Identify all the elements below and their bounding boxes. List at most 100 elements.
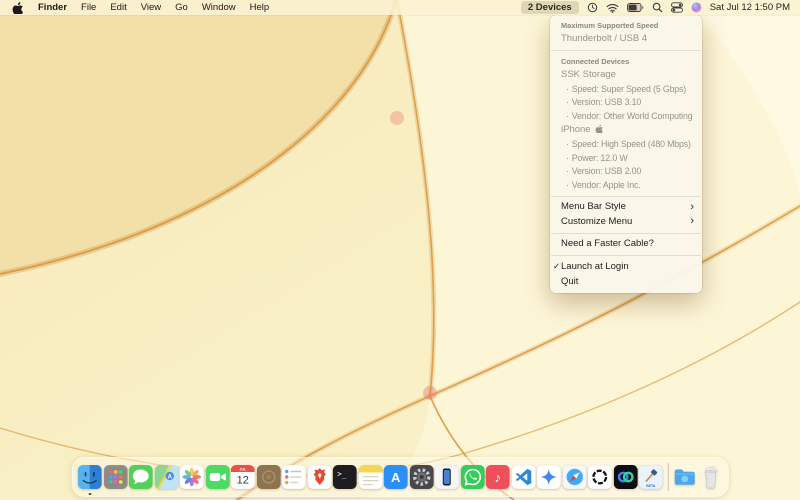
dock-item-app-store[interactable]: A [384, 465, 408, 489]
chevron-right-icon: › [690, 200, 694, 215]
menu-row-detail: ·Version: USB 3.10 [550, 96, 702, 110]
menu-row-detail: ·Vendor: Other World Computing [550, 110, 702, 124]
battery-icon[interactable] [627, 3, 644, 12]
launchpad-icon [103, 465, 127, 489]
menu-item-customize-menu[interactable]: Customize Menu› [550, 215, 702, 230]
dock-item-photos[interactable] [180, 465, 204, 489]
whatsapp-icon [460, 465, 484, 489]
menu-item-launch-at-login[interactable]: ✓Launch at Login [550, 260, 702, 275]
svg-text:♪: ♪ [495, 470, 502, 485]
menu-caption: Connected Devices [550, 54, 702, 68]
svg-text:BETA: BETA [646, 484, 656, 488]
dock-item-terminal[interactable]: >_ [333, 465, 357, 489]
gear-icon [409, 465, 433, 489]
menu-row-detail: ·Vendor: Apple Inc. [550, 179, 702, 193]
svg-text:JUL: JUL [239, 467, 247, 471]
checkmark-icon: ✓ [553, 261, 560, 272]
dock-item-system-settings[interactable] [409, 465, 433, 489]
menu-item-need-faster-cable[interactable]: Need a Faster Cable? [550, 237, 702, 252]
reminders-icon [282, 465, 306, 489]
svg-text:12: 12 [237, 475, 249, 487]
menu-separator [551, 196, 701, 197]
downloads-folder-icon [673, 465, 697, 489]
wifi-icon[interactable] [606, 3, 619, 13]
menu-row-detail: ·Version: USB 2.00 [550, 165, 702, 179]
dock-item-maps[interactable]: A [154, 465, 178, 489]
calendar-icon: JUL 12 [231, 465, 255, 489]
apple-icon [595, 124, 603, 133]
menu-view[interactable]: View [134, 0, 168, 15]
messages-icon [129, 465, 153, 489]
control-center-icon[interactable] [671, 2, 683, 13]
menu-bar-status-area: 2 Devices Sat Jul 12 1:50 PM [521, 1, 790, 14]
photos-icon [180, 465, 204, 489]
search-icon[interactable] [652, 2, 663, 13]
dock-item-music[interactable]: ♪ [486, 465, 510, 489]
gemini-star-icon [537, 465, 561, 489]
dock-item-gemini[interactable] [537, 465, 561, 489]
dock-item-facetime[interactable] [205, 465, 229, 489]
menu-row-device-ssk: SSK Storage [550, 68, 702, 83]
menu-item-menu-bar-style[interactable]: Menu Bar Style› [550, 200, 702, 215]
menu-bar-clock[interactable]: Sat Jul 12 1:50 PM [710, 2, 790, 13]
usb-devices-menu-button[interactable]: 2 Devices [521, 1, 579, 14]
menu-row-max-speed: Thunderbolt / USB 4 [550, 32, 702, 47]
running-indicator [89, 493, 92, 496]
dock-item-brave[interactable] [307, 465, 331, 489]
menu-row-device-iphone: iPhone [550, 123, 702, 138]
dock-item-finder[interactable] [78, 465, 102, 489]
menu-separator [551, 233, 701, 234]
siri-icon[interactable] [691, 2, 702, 13]
svg-text:>_: >_ [337, 470, 347, 479]
app-store-icon: A [384, 465, 408, 489]
chevron-right-icon: › [690, 214, 694, 229]
dock-item-vscode[interactable] [511, 465, 535, 489]
dock-item-safari[interactable] [562, 465, 586, 489]
menu-file[interactable]: File [74, 0, 103, 15]
dock-item-calendar[interactable]: JUL 12 [231, 465, 255, 489]
dock-item-trash[interactable] [698, 465, 722, 489]
dock-separator [667, 463, 668, 491]
safari-compass-icon [562, 465, 586, 489]
menu-separator [551, 255, 701, 256]
menu-row-detail: ·Speed: Super Speed (5 Gbps) [550, 83, 702, 97]
dock: A JUL 12 [72, 457, 729, 497]
dock-item-dark-rings-app[interactable] [613, 465, 637, 489]
dock-item-messages[interactable] [129, 465, 153, 489]
menu-separator [551, 50, 701, 51]
facetime-icon [205, 465, 229, 489]
svg-text:A: A [167, 474, 172, 480]
dock-item-xcode-beta[interactable]: BETA [639, 465, 663, 489]
apple-menu[interactable] [8, 1, 31, 14]
finder-icon [78, 465, 102, 489]
xcode-hammer-icon: BETA [639, 465, 663, 489]
menu-row-detail: ·Power: 12.0 W [550, 152, 702, 166]
dock-item-chatgpt[interactable] [588, 465, 612, 489]
dock-item-unknown-brown-app[interactable] [256, 465, 280, 489]
menu-bar-left: Finder File Edit View Go Window Help [8, 0, 276, 15]
dock-item-launchpad[interactable] [103, 465, 127, 489]
dark-rings-app-icon [613, 465, 637, 489]
dock-item-reminders[interactable] [282, 465, 306, 489]
dock-item-downloads-folder[interactable] [673, 465, 697, 489]
terminal-icon: >_ [333, 465, 357, 489]
dock-item-whatsapp[interactable] [460, 465, 484, 489]
menu-caption: Maximum Supported Speed [550, 18, 702, 32]
usb-devices-menu-panel: Maximum Supported Speed Thunderbolt / US… [550, 15, 702, 293]
menu-window[interactable]: Window [195, 0, 243, 15]
menu-row-detail: ·Speed: High Speed (480 Mbps) [550, 138, 702, 152]
menu-edit[interactable]: Edit [103, 0, 133, 15]
menu-bar: Finder File Edit View Go Window Help 2 D… [0, 0, 800, 15]
clock-icon[interactable] [587, 2, 598, 13]
dock-item-iphone-mirroring[interactable] [435, 465, 459, 489]
dock-item-notes[interactable] [358, 465, 382, 489]
svg-text:A: A [391, 470, 401, 485]
menu-item-quit[interactable]: Quit [550, 275, 702, 290]
chatgpt-icon [588, 465, 612, 489]
menu-app-name[interactable]: Finder [31, 0, 74, 15]
menu-help[interactable]: Help [243, 0, 277, 15]
menu-go[interactable]: Go [168, 0, 195, 15]
trash-icon [698, 465, 722, 489]
iphone-mirroring-icon [435, 465, 459, 489]
brave-icon [307, 465, 331, 489]
